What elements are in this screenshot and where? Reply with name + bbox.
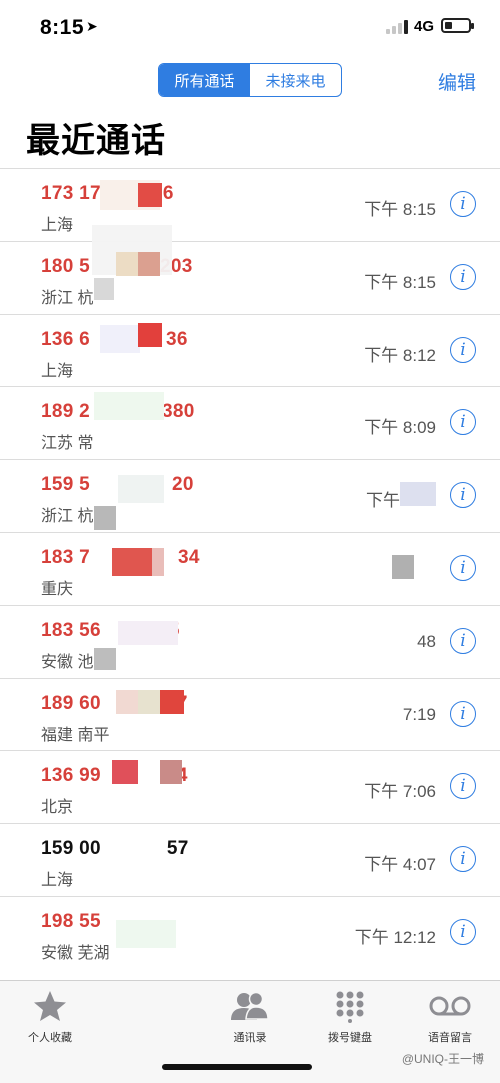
info-icon[interactable]: i xyxy=(450,846,476,873)
home-indicator[interactable] xyxy=(162,1064,312,1070)
info-icon[interactable]: i xyxy=(450,554,476,581)
info-icon[interactable]: i xyxy=(450,336,476,363)
call-row[interactable]: 189 607 福建 南平 7:19 i xyxy=(0,677,500,751)
info-icon[interactable]: i xyxy=(450,773,476,800)
info-icon[interactable]: i xyxy=(450,263,476,290)
tab-label: 拨号键盘 xyxy=(328,1032,372,1044)
info-icon[interactable]: i xyxy=(450,191,476,217)
tab-keypad[interactable]: 拨号键盘 xyxy=(300,989,400,1045)
keypad-icon xyxy=(300,989,400,1023)
call-time: 下午 xyxy=(366,491,400,511)
call-time: 下午 8:12 xyxy=(364,345,436,365)
tab-favorites[interactable]: 个人收藏 xyxy=(0,989,100,1045)
call-region: 北京 xyxy=(41,799,74,817)
call-row[interactable]: 183 565 安徽 池州 48 i xyxy=(0,604,500,678)
status-bar: 8:15 ➤ 4G xyxy=(0,0,500,52)
call-time: 下午 8:09 xyxy=(364,418,436,438)
watermark: @UNIQ-王一博 xyxy=(401,1052,484,1066)
call-row[interactable]: 159 00 57 上海 下午 4:07 i xyxy=(0,823,500,896)
star-icon xyxy=(0,989,100,1023)
call-region: 上海 xyxy=(41,217,74,234)
info-icon[interactable]: i xyxy=(450,918,476,945)
tab-label: 语音留言 xyxy=(428,1032,472,1044)
location-arrow-icon: ➤ xyxy=(86,18,98,34)
info-icon[interactable]: i xyxy=(450,627,476,654)
call-number: 198 55 xyxy=(41,910,101,932)
call-row[interactable]: 173 17 6 上海 下午 8:15 i xyxy=(0,168,500,241)
call-region: 上海 xyxy=(41,872,74,890)
battery-icon xyxy=(441,18,474,33)
tab-label: 通讯录 xyxy=(233,1032,267,1044)
call-time: 下午 8:15 xyxy=(364,272,436,292)
tab-missed-calls[interactable]: 未接来电 xyxy=(250,64,341,96)
voicemail-icon xyxy=(400,989,500,1023)
edit-button[interactable]: 编辑 xyxy=(438,68,476,95)
call-time: 下午 7:06 xyxy=(364,782,436,802)
call-time: 下午 8:15 xyxy=(364,200,436,219)
call-region: 安徽 芜湖 xyxy=(41,944,110,962)
call-time: 下午 12:12 xyxy=(354,927,436,947)
call-region: 江苏 常 xyxy=(41,435,94,453)
call-time: 7:19 xyxy=(402,704,436,724)
tab-label: 个人收藏 xyxy=(28,1032,72,1044)
call-region: 上海 xyxy=(41,362,74,380)
call-row[interactable]: 136 99 4 北京 下午 7:06 i xyxy=(0,750,500,823)
tab-all-calls[interactable]: 所有通话 xyxy=(159,64,250,96)
contacts-icon xyxy=(200,989,300,1023)
info-icon[interactable]: i xyxy=(450,700,476,727)
call-region: 重庆 xyxy=(41,580,74,598)
network-type: 4G xyxy=(414,18,435,35)
call-time: 下午 4:07 xyxy=(364,855,436,875)
call-region: 浙江 杭 xyxy=(41,289,94,307)
call-row[interactable]: 180 5 203 浙江 杭 下午 8:15 i xyxy=(0,240,500,314)
info-icon[interactable]: i xyxy=(450,482,476,509)
status-time: 8:15 xyxy=(40,16,85,39)
tab-voicemail[interactable]: 语音留言 xyxy=(400,989,500,1045)
tab-contacts[interactable]: 通讯录 xyxy=(200,989,300,1045)
page-title: 最近通话 xyxy=(26,122,166,160)
signal-strength-icon xyxy=(386,20,410,34)
call-time: 48 xyxy=(417,631,436,651)
call-row[interactable]: 183 7 34 重庆 i xyxy=(0,531,500,605)
recents-list: 173 17 6 上海 下午 8:15 i 180 5 203 浙江 杭 下午 8:… xyxy=(0,168,500,969)
call-row[interactable]: 136 6 36 上海 下午 8:12 i xyxy=(0,313,500,387)
call-number: 159 00 57 xyxy=(41,838,189,860)
call-row[interactable]: 189 2 380 江苏 常 下午 8:09 i xyxy=(0,386,500,459)
info-icon[interactable]: i xyxy=(450,409,476,436)
call-region: 福建 南平 xyxy=(41,726,110,744)
call-region: 浙江 杭 xyxy=(41,508,94,526)
call-filter-segmented-control: 所有通话 未接来电 xyxy=(158,63,342,97)
call-row[interactable]: 198 55 安徽 芜湖 下午 12:12 i xyxy=(0,895,500,969)
